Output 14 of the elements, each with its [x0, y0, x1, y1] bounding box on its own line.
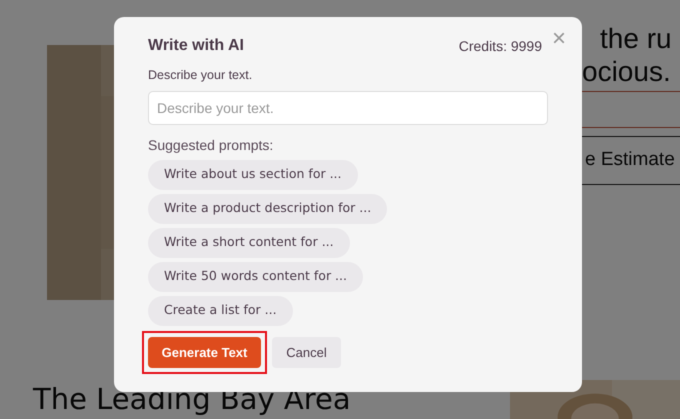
text-field[interactable]: Describe your text.	[148, 90, 548, 125]
heading-text: ocious.	[582, 55, 671, 88]
cancel-button[interactable]: Cancel	[272, 336, 341, 368]
dialog-title: Write with AI	[148, 36, 244, 56]
prompts-label: Suggested prompts:	[148, 136, 274, 155]
prompt-chip[interactable]: Write a short content for ...	[148, 228, 350, 258]
prompt-chip[interactable]: Write a product description for ...	[148, 194, 388, 224]
generate-button[interactable]: Generate Text	[148, 336, 261, 368]
prompt-chip[interactable]: Create a list for ...	[148, 296, 293, 326]
heading-text: the ru	[599, 22, 672, 55]
field-label: Describe your text.	[148, 67, 254, 84]
credits-count: Credits: 9999	[458, 36, 542, 56]
prompt-chip[interactable]: Write 50 words content for ...	[148, 262, 363, 292]
prompt-chip[interactable]: Write about us section for ...	[148, 160, 358, 190]
